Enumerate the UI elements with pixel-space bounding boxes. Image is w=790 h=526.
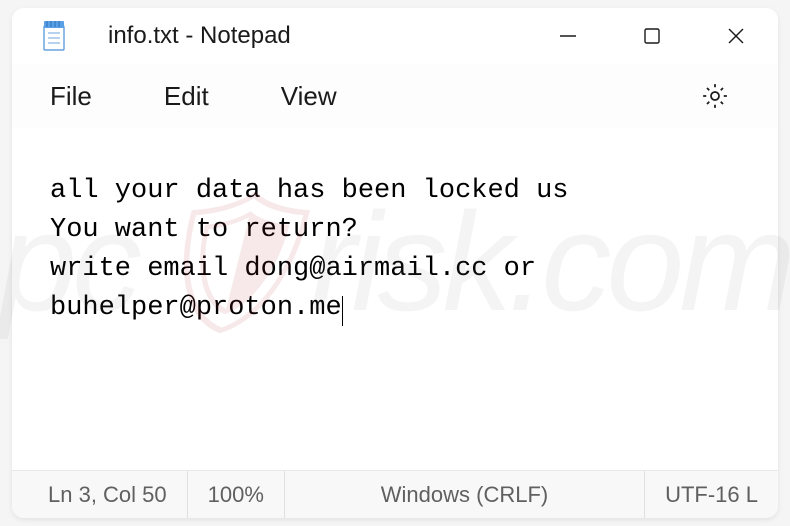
editor-content: all your data has been locked us You wan… bbox=[50, 176, 568, 323]
statusbar: Ln 3, Col 50 100% Windows (CRLF) UTF-16 … bbox=[12, 470, 778, 518]
status-line-ending[interactable]: Windows (CRLF) bbox=[285, 471, 645, 518]
text-cursor bbox=[342, 296, 343, 326]
menubar: File Edit View bbox=[12, 64, 778, 128]
text-editor[interactable]: all your data has been locked us You wan… bbox=[12, 128, 778, 470]
status-zoom[interactable]: 100% bbox=[188, 471, 285, 518]
settings-button[interactable] bbox=[700, 81, 730, 111]
window-controls bbox=[526, 8, 778, 64]
notepad-window: info.txt - Notepad File Edit View all yo… bbox=[12, 8, 778, 518]
menu-file[interactable]: File bbox=[50, 81, 92, 112]
menu-edit[interactable]: Edit bbox=[164, 81, 209, 112]
maximize-button[interactable] bbox=[610, 8, 694, 64]
status-encoding[interactable]: UTF-16 L bbox=[645, 471, 778, 518]
close-button[interactable] bbox=[694, 8, 778, 64]
window-title: info.txt - Notepad bbox=[108, 22, 291, 50]
minimize-button[interactable] bbox=[526, 8, 610, 64]
titlebar: info.txt - Notepad bbox=[12, 8, 778, 64]
notepad-app-icon bbox=[40, 22, 68, 50]
status-cursor-position[interactable]: Ln 3, Col 50 bbox=[12, 471, 188, 518]
menu-view[interactable]: View bbox=[281, 81, 337, 112]
